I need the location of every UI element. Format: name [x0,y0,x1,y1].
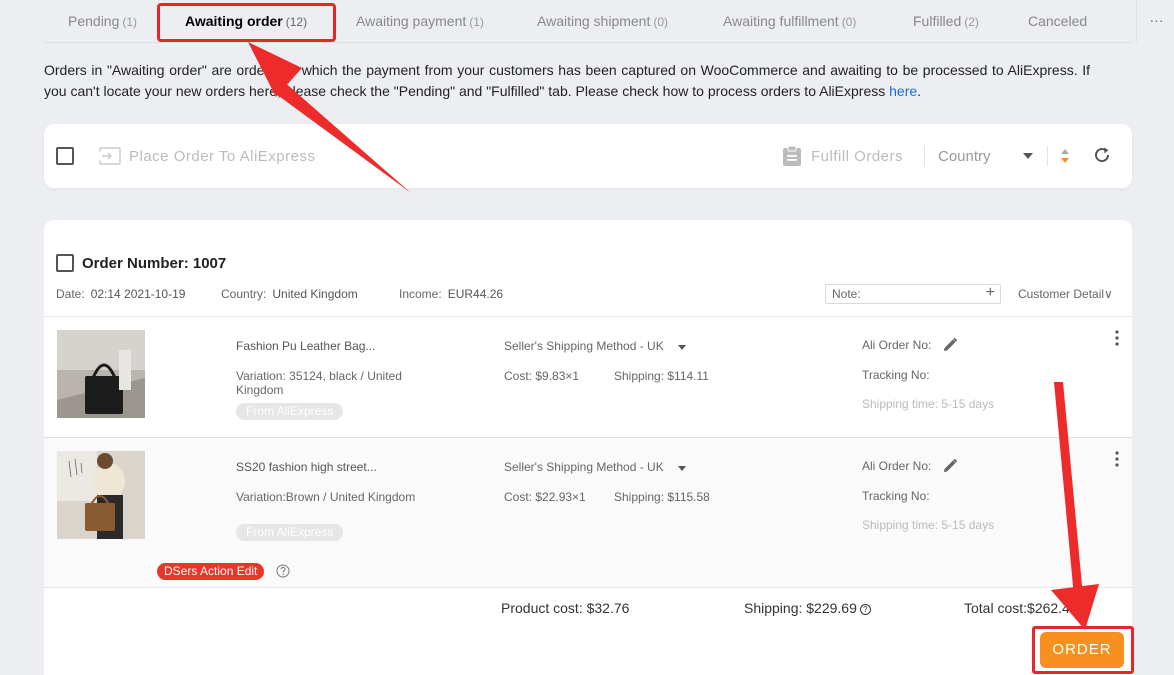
order-number: Order Number: 1007 [82,255,227,272]
chevron-down-icon [1023,153,1033,159]
note-input[interactable]: Note: + [825,284,1001,304]
order-card: Order Number: 1007 Date: 02:14 2021-10-19… [44,220,1132,675]
plus-icon[interactable]: + [986,284,995,302]
chevron-down-icon [678,466,686,471]
shipping-total-text: Shipping: $229.69 [744,600,857,616]
tab-awaiting-fulfillment[interactable]: Awaiting fulfillment (0) [723,13,856,29]
fulfill-orders-button[interactable]: Fulfill Orders [811,148,903,165]
total-cost: Total cost:$262.4 [964,600,1070,616]
tab-pending[interactable]: Pending (1) [68,13,137,29]
tab-awaiting-shipment[interactable]: Awaiting shipment (0) [537,13,668,29]
ali-order-label: Ali Order No: [862,459,932,473]
help-icon[interactable] [276,564,290,578]
dsers-action-edit-badge[interactable]: DSers Action Edit [157,563,265,580]
date-label: Date: [56,287,85,301]
tab-label: Awaiting payment [356,13,467,29]
bulk-toolbar: Place Order To AliExpress Fulfill Orders… [44,124,1132,188]
tab-label: Awaiting fulfillment [723,13,839,29]
sort-icon[interactable] [1060,148,1070,164]
order-country: Country: United Kingdom [221,287,358,301]
customer-detail-toggle[interactable]: Customer Detail∨ [1018,287,1113,301]
product-cost-total: Product cost: $32.76 [501,600,630,616]
tab-count: (2) [964,15,979,29]
edit-pencil-icon[interactable] [942,458,958,474]
more-options-icon[interactable] [1113,329,1121,347]
source-badge: From AliExpress [236,524,344,541]
more-options-icon[interactable] [1113,450,1121,468]
refresh-icon[interactable] [1093,146,1111,164]
item-shipping: Shipping: $114.11 [614,369,709,383]
tabs-fade-overlay [1084,0,1132,42]
country-label: Country: [221,287,267,301]
tab-count: (0) [841,15,857,29]
shipping-time: Shipping time: 5-15 days [862,518,995,532]
tracking-label: Tracking No: [862,489,930,503]
income-label: Income: [399,287,442,301]
notice-link[interactable]: here [889,83,917,99]
order-item: Fashion Pu Leather Bag... Variation: 351… [44,316,1132,438]
select-all-checkbox[interactable] [56,147,74,165]
edit-pencil-icon[interactable] [942,337,958,353]
clipboard-icon [783,145,801,166]
tab-canceled[interactable]: Canceled [1028,13,1087,29]
item-shipping: Shipping: $115.58 [614,490,710,504]
notice-end: . [917,83,922,99]
tracking-label: Tracking No: [862,368,930,382]
customer-detail-label: Customer Detail [1018,287,1105,301]
country-select[interactable]: Country [938,148,991,165]
product-variation: Variation:Brown / United Kingdom [236,490,416,504]
product-image [57,330,145,418]
shipping-total: Shipping: $229.69? [744,600,871,616]
product-variation: Variation: 35124, black / United Kingdom [236,369,402,397]
toolbar-divider [1047,146,1048,166]
tab-count: (1) [469,15,484,29]
shipping-time: Shipping time: 5-15 days [862,397,995,411]
tab-label: Canceled [1028,13,1088,29]
chevron-down-icon [678,345,686,350]
notice-text: Orders in "Awaiting order" are orders fo… [44,62,1090,99]
income-value: EUR44.26 [447,287,504,301]
more-tabs-button[interactable]: ··· [1136,0,1174,42]
order-date: Date: 02:14 2021-10-19 [56,287,185,301]
order-income: Income: EUR44.26 [399,287,503,301]
awaiting-order-notice: Orders in "Awaiting order" are orders fo… [44,60,1090,102]
shipping-method-select[interactable]: Seller's Shipping Method - UK [504,460,664,474]
order-button[interactable]: ORDER [1040,632,1124,668]
place-order-icon [99,147,121,165]
product-title[interactable]: SS20 fashion high street... [236,460,377,474]
product-title[interactable]: Fashion Pu Leather Bag... [236,339,375,353]
tab-awaiting-payment[interactable]: Awaiting payment (1) [356,13,484,29]
tab-label: Awaiting shipment [537,13,651,29]
tab-count: (1) [122,15,138,29]
chevron-down-icon: ∨ [1104,287,1113,301]
country-value: United Kingdom [272,287,358,301]
toolbar-divider [924,146,925,166]
active-tab-highlight [157,3,336,42]
tab-label: Pending [68,13,120,29]
source-badge: From AliExpress [236,403,344,420]
order-summary: Product cost: $32.76 Shipping: $229.69? … [44,587,1132,627]
tab-count: (0) [653,15,669,29]
product-image [57,451,145,539]
item-cost: Cost: $9.83×1 [504,369,580,383]
tab-label: Fulfilled [913,13,962,29]
item-cost: Cost: $22.93×1 [504,490,586,504]
help-icon[interactable]: ? [859,604,871,615]
order-item: SS20 fashion high street... Variation:Br… [44,437,1132,588]
shipping-method-select[interactable]: Seller's Shipping Method - UK [504,339,664,353]
date-value: 02:14 2021-10-19 [90,287,186,301]
tab-fulfilled[interactable]: Fulfilled (2) [913,13,979,29]
ali-order-label: Ali Order No: [862,338,932,352]
note-placeholder: Note: [832,287,861,301]
place-order-button[interactable]: Place Order To AliExpress [129,148,315,165]
order-checkbox[interactable] [56,254,74,272]
